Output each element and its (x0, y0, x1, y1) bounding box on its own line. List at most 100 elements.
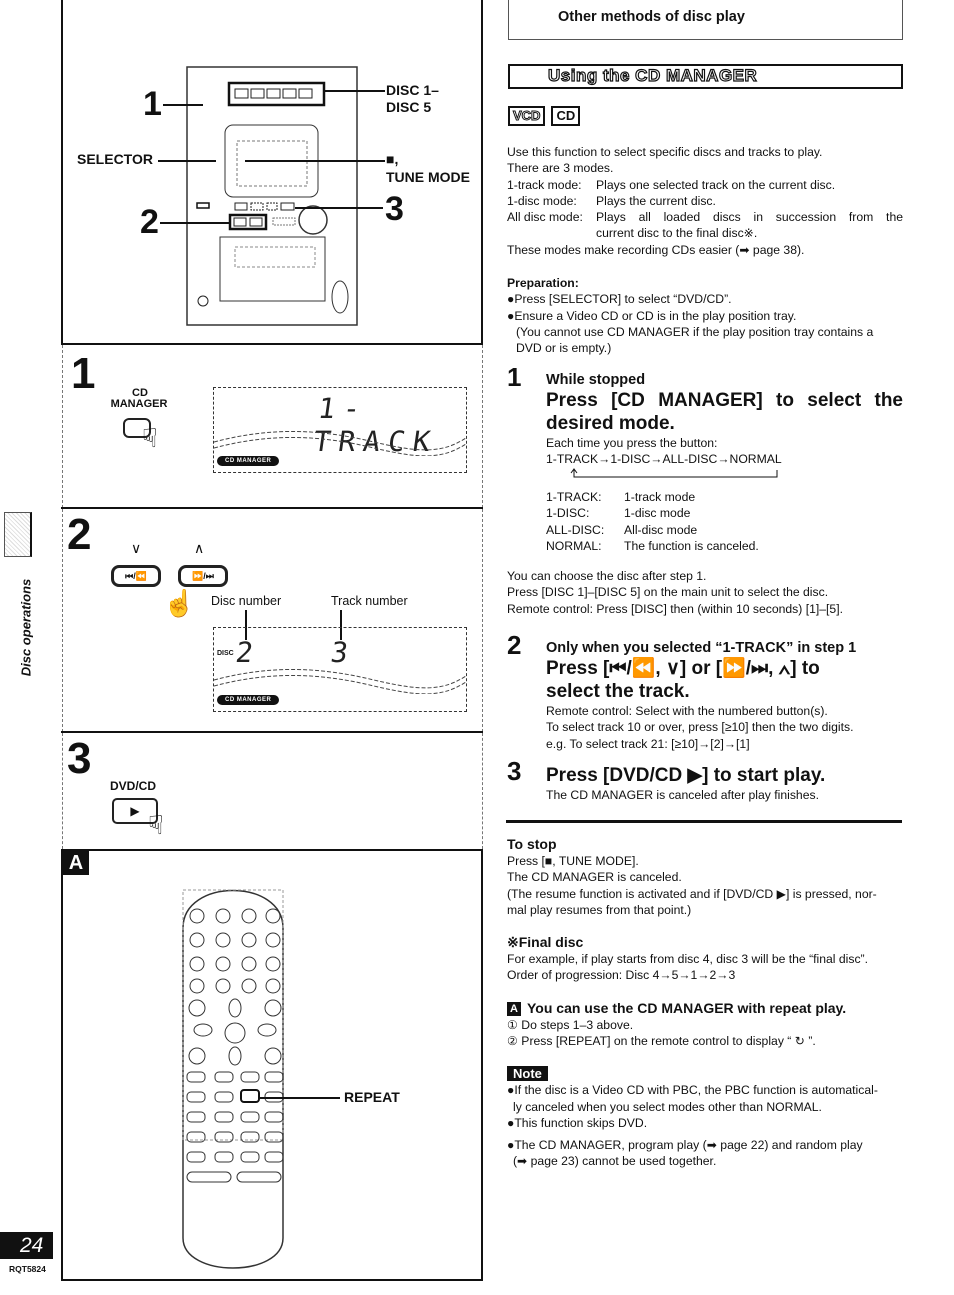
display-panel-1: 1-TRACK CD MANAGER (213, 387, 467, 473)
final-disc-line: For example, if play starts from disc 4,… (507, 952, 869, 966)
step-3-heading: Press [DVD/CD ▶] to start play. (546, 765, 826, 786)
side-tab-box (4, 512, 32, 557)
intro-line-2: There are 3 modes. (507, 161, 614, 176)
step-2-heading-line1: Press [⏮/⏪, ∨] or [⏩/⏭, ∧] to (546, 658, 820, 679)
remote-repeat-button[interactable] (241, 1090, 259, 1102)
pressing-hand-icon: ☝ (163, 588, 196, 618)
prev-skip-button[interactable]: ⏮/⏪ (111, 565, 161, 587)
disc-1-5-label-line1: DISC 1– (386, 82, 439, 98)
left-column-border-right (481, 0, 483, 345)
stop-tune-mode-label-line1: ■, (386, 151, 399, 167)
pressing-hand-icon: ☟ (142, 423, 158, 453)
main-unit-drawing (186, 66, 358, 326)
recording-note: These modes make recording CDs easier (➡… (507, 242, 805, 257)
disc-type-tags: VCD CD (508, 106, 586, 126)
cd-manager-button-label-line2: MANAGER (110, 398, 168, 410)
panel-1-step-number: 1 (71, 349, 96, 398)
panel-a-badge: A (63, 851, 89, 875)
step-1-number: 1 (507, 362, 522, 392)
page-number: 24 (20, 1234, 44, 1257)
callout-line-disc (325, 90, 385, 92)
step-2-line: Remote control: Select with the numbered… (546, 704, 828, 718)
step-1-heading-line1: Press [CD MANAGER] to select the (546, 390, 903, 411)
repeat-label: REPEAT (344, 1089, 400, 1105)
callout-number-3: 3 (385, 190, 404, 228)
preparation-sub-1: (You cannot use CD MANAGER if the play p… (516, 324, 874, 339)
remote-control-drawing (182, 889, 284, 1269)
pressing-hand-icon: ☟ (148, 810, 164, 840)
mode-definition: NORMAL: The function is canceled. (546, 538, 759, 553)
preparation-item: ●Ensure a Video CD or CD is in the play … (507, 308, 797, 323)
mode-definition: 1-TRACK: 1-track mode (546, 490, 696, 504)
mode-definition: ALL-DISC: All-disc mode (546, 522, 698, 537)
note-badge: Note (507, 1066, 548, 1081)
stop-tune-mode-label-line2: TUNE MODE (386, 169, 470, 185)
intro-line-1: Use this function to select specific dis… (507, 145, 823, 159)
panel-3-step-number: 3 (67, 734, 92, 783)
step-3-block: Press [DVD/CD ▶] to start play. The CD M… (546, 764, 903, 803)
repeat-section-title: A You can use the CD MANAGER with repeat … (507, 999, 903, 1017)
to-stop-line: The CD MANAGER is canceled. (507, 870, 682, 885)
section-title: Other methods of disc play (558, 9, 745, 25)
to-stop-line: (The resume function is activated and if… (507, 886, 877, 901)
preparation-sub-2: DVD or is empty.) (516, 341, 612, 356)
step-2-number: 2 (507, 630, 522, 660)
cd-tag: CD (551, 106, 581, 126)
callout-line-stop (245, 160, 385, 162)
mode-item: 1-track mode: Plays one selected track on… (507, 177, 836, 192)
note-item: ●This function skips DVD. (507, 1115, 648, 1130)
feature-title: Using the CD MANAGER (547, 65, 758, 85)
callout-number-1: 1 (143, 85, 162, 123)
section-a-badge: A (507, 1002, 521, 1016)
step-2-line: To select track 10 or over, press [≥10] … (546, 720, 854, 735)
step-3-line: The CD MANAGER is canceled after play fi… (546, 788, 819, 802)
mode-item: 1-disc mode: Plays the current disc. (507, 193, 716, 208)
step-1-block: While stopped Press [CD MANAGER] to sele… (546, 371, 903, 554)
callout-line-repeat (260, 1097, 340, 1099)
disc-selection-block: You can choose the disc after step 1. Pr… (507, 568, 903, 617)
display-panel-2: DISC 2 3 CD MANAGER (213, 627, 467, 712)
mode-definition: 1-DISC: 1-disc mode (546, 506, 691, 521)
final-disc-block: ※Final disc For example, if play starts … (507, 933, 903, 984)
panel-2-step-number: 2 (67, 510, 92, 559)
to-stop-block: To stop Press [■, TUNE MODE]. The CD MAN… (507, 835, 903, 918)
step-1-sequence: 1-TRACK→1-DISC→ALL-DISC→NORMAL (546, 452, 782, 466)
preparation-item: ●Press [SELECTOR] to select “DVD/CD”. (507, 292, 732, 307)
repeat-step: ① Do steps 1–3 above. (507, 1018, 634, 1032)
after-step-1-line: Press [DISC 1]–[DISC 5] on the main unit… (507, 585, 829, 600)
preparation-block: Preparation: ●Press [SELECTOR] to select… (507, 275, 903, 356)
step-1-each-time: Each time you press the button: (546, 436, 718, 450)
cd-manager-indicator: CD MANAGER (217, 695, 280, 705)
mode-item-continued: current disc to the final disc※. (596, 226, 758, 241)
note-item: (➡ page 23) cannot be used together. (513, 1154, 717, 1169)
final-disc-title: ※Final disc (507, 934, 584, 950)
up-symbol: ∧ (194, 540, 205, 556)
prev-skip-label: ⏮/⏪ (125, 571, 147, 581)
intro-block: Use this function to select specific dis… (507, 144, 903, 258)
mode-item: All disc mode: Plays all loaded discs in … (507, 210, 903, 225)
step-1-heading-line2: desired mode. (546, 413, 675, 434)
next-skip-button[interactable]: ⏩/⏭ (178, 565, 228, 587)
next-skip-label: ⏩/⏭ (192, 571, 214, 581)
repeat-section-block: A You can use the CD MANAGER with repeat … (507, 999, 903, 1050)
to-stop-line: mal play resumes from that point.) (507, 902, 692, 917)
step-2-block: Only when you selected “1-TRACK” in step… (546, 639, 903, 752)
step-2-line: e.g. To select track 21: [≥10]→[2]→[1] (546, 736, 750, 751)
to-stop-line: Press [■, TUNE MODE]. (507, 854, 639, 868)
disc-number-label: Disc number (211, 594, 282, 608)
note-item: ●If the disc is a Video CD with PBC, the… (507, 1083, 878, 1098)
vcd-tag: VCD (508, 106, 546, 126)
display-wave (214, 430, 466, 456)
dvd-cd-button-label: DVD/CD (110, 779, 157, 793)
preparation-title: Preparation: (507, 276, 579, 290)
track-number-label: Track number (331, 594, 408, 608)
display-wave (214, 668, 466, 694)
after-step-1-line: Remote control: Press [DISC] then (withi… (507, 601, 843, 616)
note-item: ●The CD MANAGER, program play (➡ page 22… (507, 1138, 863, 1153)
left-column-border-left (61, 0, 63, 345)
step-2-condition: Only when you selected “1-TRACK” in step… (546, 640, 857, 656)
note-item: ly canceled when you select modes other … (513, 1099, 822, 1114)
to-stop-title: To stop (507, 836, 557, 852)
cycle-arrow (570, 468, 778, 478)
cd-manager-indicator: CD MANAGER (217, 456, 280, 466)
